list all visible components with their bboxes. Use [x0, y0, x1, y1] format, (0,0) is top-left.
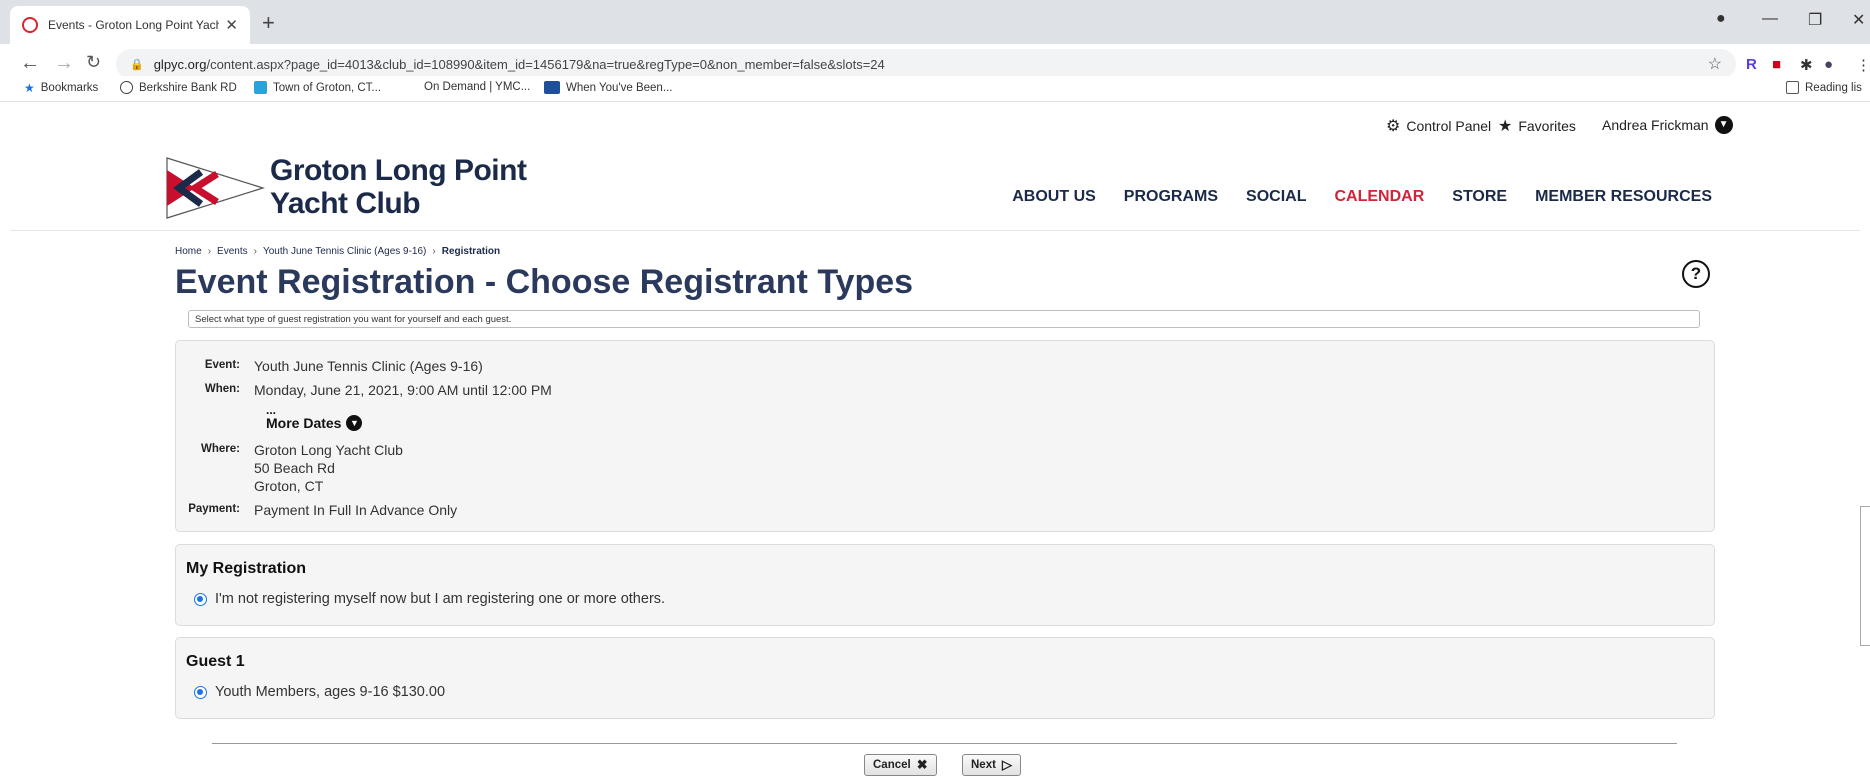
- play-arrow-icon: ▷: [1001, 757, 1012, 772]
- event-details-panel: Event: Youth June Tennis Clinic (Ages 9-…: [175, 340, 1715, 532]
- star-icon: ★: [24, 81, 35, 95]
- club-name-line2: Yacht Club: [270, 187, 421, 220]
- my-registration-heading: My Registration: [186, 560, 307, 577]
- guest-1-panel: Guest 1 Youth Members, ages 9-16 $130.00: [175, 637, 1715, 719]
- user-menu[interactable]: Andrea Frickman ▼: [1602, 116, 1733, 134]
- back-icon[interactable]: ←: [20, 52, 40, 75]
- minimize-icon[interactable]: —: [1762, 10, 1778, 28]
- guest-1-heading: Guest 1: [186, 653, 245, 670]
- pdf-extension-icon[interactable]: ■: [1772, 56, 1781, 73]
- reading-list[interactable]: Reading lis: [1786, 81, 1862, 94]
- close-window-icon[interactable]: ✕: [1852, 10, 1865, 30]
- event-payment: Payment In Full In Advance Only: [254, 502, 458, 518]
- event-where: Groton Long Yacht Club 50 Beach Rd Groto…: [254, 442, 403, 494]
- site-icon: [254, 81, 267, 94]
- url-field[interactable]: 🔒 glpyc.org/content.aspx?page_id=4013&cl…: [116, 49, 1736, 79]
- globe-icon: [120, 81, 133, 94]
- browser-tabstrip: Events - Groton Long Point Yacht ✕ + ● —…: [0, 0, 1870, 44]
- extensions-puzzle-icon[interactable]: ✱: [1800, 56, 1813, 74]
- breadcrumb-event[interactable]: Youth June Tennis Clinic (Ages 9-16): [263, 246, 426, 257]
- url-path: /content.aspx?page_id=4013&club_id=10899…: [206, 56, 885, 72]
- event-row: Event: Youth June Tennis Clinic (Ages 9-…: [204, 358, 483, 374]
- my-registration-option[interactable]: I'm not registering myself now but I am …: [194, 591, 665, 607]
- browser-menu-icon[interactable]: ⋮: [1856, 56, 1870, 74]
- event-name: Youth June Tennis Clinic (Ages 9-16): [254, 358, 483, 374]
- club-burgee-logo[interactable]: [165, 156, 265, 220]
- site-favicon-icon: [22, 17, 38, 33]
- close-tab-icon[interactable]: ✕: [225, 16, 238, 34]
- breadcrumb-current: Registration: [441, 246, 501, 257]
- favorites-link[interactable]: ★ Favorites: [1498, 116, 1576, 136]
- bookmark-item[interactable]: When You've Been...: [544, 81, 672, 94]
- nav-member-resources[interactable]: MEMBER RESOURCES: [1535, 188, 1712, 206]
- new-tab-icon[interactable]: +: [262, 10, 275, 36]
- breadcrumb-separator: ›: [253, 246, 257, 257]
- site-icon: [544, 81, 560, 94]
- breadcrumb-home[interactable]: Home: [175, 246, 202, 257]
- reading-list-icon: [1786, 81, 1799, 94]
- profile-menu-icon[interactable]: ●: [1716, 10, 1726, 28]
- radio-selected[interactable]: [194, 685, 207, 699]
- footer-divider: [212, 743, 1677, 744]
- club-name-line1: Groton Long Point: [270, 154, 527, 187]
- help-icon[interactable]: ?: [1682, 260, 1710, 288]
- nav-about-us[interactable]: ABOUT US: [1012, 188, 1096, 206]
- chevron-down-icon: ▼: [1714, 116, 1733, 134]
- more-dates-toggle[interactable]: ... More Dates ▼: [266, 403, 363, 431]
- url-host: glpyc.org: [153, 56, 207, 72]
- gear-icon: ⚙: [1386, 118, 1401, 135]
- chevron-down-icon: ▼: [346, 415, 363, 431]
- instructions-text: Select what type of guest registration y…: [188, 310, 1700, 328]
- bookmark-item[interactable]: Berkshire Bank RD: [120, 81, 237, 94]
- browser-tab[interactable]: Events - Groton Long Point Yacht ✕: [10, 6, 250, 44]
- club-name[interactable]: Groton Long Point Yacht Club: [270, 154, 527, 220]
- bookmark-item[interactable]: Town of Groton, CT...: [254, 81, 381, 94]
- nav-programs[interactable]: PROGRAMS: [1124, 188, 1218, 206]
- bookmark-star-icon[interactable]: ☆: [1708, 54, 1722, 74]
- breadcrumb-events[interactable]: Events: [217, 246, 248, 257]
- breadcrumb: Home › Events › Youth June Tennis Clinic…: [175, 246, 500, 257]
- breadcrumb-separator: ›: [207, 246, 212, 257]
- breadcrumb-separator: ›: [432, 246, 436, 257]
- nav-calendar[interactable]: CALENDAR: [1334, 188, 1424, 206]
- profile-avatar-icon[interactable]: ●: [1824, 56, 1833, 73]
- extension-r-icon[interactable]: R: [1746, 56, 1757, 73]
- page-title: Event Registration - Choose Registrant T…: [175, 263, 914, 301]
- when-row: When: Monday, June 21, 2021, 9:00 AM unt…: [204, 382, 552, 398]
- main-nav: ABOUT US PROGRAMS SOCIAL CALENDAR STORE …: [1012, 188, 1712, 206]
- reload-icon[interactable]: ↻: [86, 52, 101, 73]
- nav-social[interactable]: SOCIAL: [1246, 188, 1306, 206]
- control-panel-link[interactable]: ⚙ Control Panel: [1386, 116, 1491, 136]
- tab-title: Events - Groton Long Point Yacht: [48, 18, 220, 32]
- star-icon: ★: [1498, 118, 1513, 135]
- lock-icon: 🔒: [130, 58, 144, 71]
- guest-1-option[interactable]: Youth Members, ages 9-16 $130.00: [194, 684, 445, 700]
- bookmark-item[interactable]: On Demand | YMC...: [424, 81, 530, 93]
- nav-store[interactable]: STORE: [1452, 188, 1507, 206]
- where-row: Where: Groton Long Yacht Club 50 Beach R…: [201, 442, 403, 494]
- header-divider: [10, 230, 1860, 231]
- close-icon: ✖: [916, 757, 928, 772]
- forward-icon[interactable]: →: [54, 52, 74, 75]
- scrollbar-thumb[interactable]: [1860, 506, 1870, 646]
- restore-icon[interactable]: ❐: [1808, 10, 1822, 30]
- bookmarks-bar: ★ Bookmarks Berkshire Bank RD Town of Gro…: [0, 76, 1870, 102]
- bookmark-item[interactable]: ★ Bookmarks: [24, 81, 98, 95]
- radio-selected[interactable]: [194, 592, 207, 606]
- payment-row: Payment: Payment In Full In Advance Only: [188, 502, 458, 518]
- my-registration-panel: My Registration I'm not registering myse…: [175, 544, 1715, 626]
- event-when: Monday, June 21, 2021, 9:00 AM until 12:…: [254, 382, 552, 398]
